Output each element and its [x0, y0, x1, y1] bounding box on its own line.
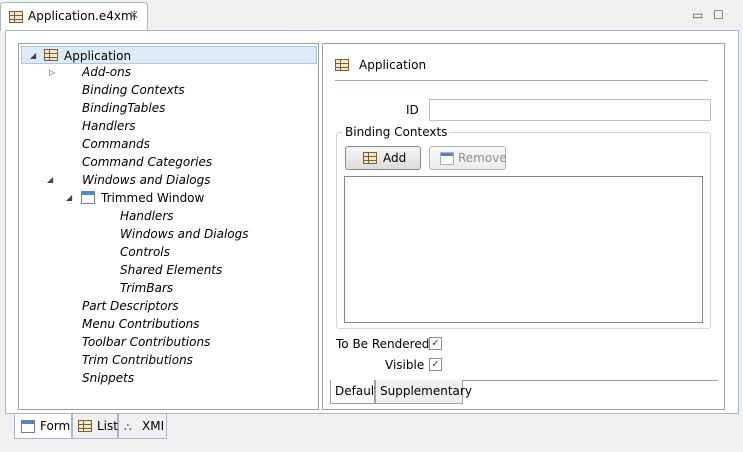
close-icon[interactable]: ✕ [129, 8, 139, 22]
tree-item-binding-contexts[interactable]: Binding Contexts [82, 81, 185, 99]
tab-form[interactable]: Form [14, 414, 72, 439]
application-icon [335, 59, 349, 71]
remove-icon [440, 152, 454, 165]
application-icon [44, 49, 58, 61]
visible-label: Visible [385, 358, 425, 372]
visible-checkbox[interactable]: ✓ [429, 358, 442, 371]
detail-title: Application [359, 58, 427, 72]
maximize-icon[interactable]: ☐ [713, 8, 724, 22]
binding-contexts-label: Binding Contexts [343, 125, 450, 139]
minimize-icon[interactable]: ▭ [692, 8, 703, 22]
form-icon [21, 420, 35, 433]
tree-item-label: Add-ons [82, 65, 131, 79]
tree-item-binding-tables[interactable]: BindingTables [82, 99, 165, 117]
tree-item-snippets[interactable]: Snippets [82, 369, 134, 387]
title-separator [335, 80, 708, 81]
add-button-label: Add [383, 151, 407, 165]
id-label: ID [406, 103, 419, 117]
model-tree[interactable]: ◢ Application ▷ Add-ons Binding Contexts… [18, 43, 319, 410]
tree-item-menu-contributions[interactable]: Menu Contributions [82, 315, 200, 333]
editor-tab-label: Application.e4xmi [28, 9, 137, 23]
add-button[interactable]: Add [345, 146, 421, 170]
expanded-twisty-icon[interactable]: ◢ [30, 47, 36, 65]
tab-supplementary[interactable]: Supplementary [375, 380, 472, 404]
remove-button-label: Remove [458, 151, 507, 165]
tab-xmi-label: XMI [142, 419, 165, 433]
tab-xmi[interactable]: ⛬ XMI [118, 414, 167, 439]
tree-item-handlers[interactable]: Handlers [82, 117, 136, 135]
tree-item-toolbar-contributions[interactable]: Toolbar Contributions [82, 333, 210, 351]
e4xmi-file-icon [9, 11, 23, 23]
tab-default[interactable]: Default [330, 380, 379, 404]
to-be-rendered-label: To Be Rendered [336, 337, 430, 351]
tree-item-shared-elements[interactable]: Shared Elements [120, 261, 222, 279]
tree-item-application[interactable]: ◢ Application [21, 46, 317, 64]
id-input[interactable] [429, 99, 711, 121]
list-icon [78, 420, 92, 432]
tree-item-label: Windows and Dialogs [82, 173, 211, 187]
tree-item-commands[interactable]: Commands [82, 135, 150, 153]
tree-item-trim-contributions[interactable]: Trim Contributions [82, 351, 193, 369]
tree-item-window-handlers[interactable]: Handlers [120, 207, 174, 225]
editor-tab-application-e4xmi[interactable]: Application.e4xmi ✕ [0, 2, 148, 31]
tab-list-label: List [97, 419, 118, 433]
tree-item-command-categories[interactable]: Command Categories [82, 153, 212, 171]
expanded-twisty-icon[interactable]: ◢ [47, 171, 53, 189]
xmi-tree-icon: ⛬ [124, 420, 132, 433]
window-icon [81, 191, 95, 204]
collapsed-twisty-icon[interactable]: ▷ [49, 64, 55, 82]
add-icon [363, 152, 377, 164]
tree-item-label: Trimmed Window [101, 191, 205, 205]
to-be-rendered-checkbox[interactable]: ✓ [429, 337, 442, 350]
tree-item-part-descriptors[interactable]: Part Descriptors [82, 297, 179, 315]
tab-list[interactable]: List [72, 414, 118, 439]
expanded-twisty-icon[interactable]: ◢ [66, 189, 72, 207]
binding-contexts-list[interactable] [344, 176, 703, 323]
tree-item-trimbars[interactable]: TrimBars [120, 279, 173, 297]
tree-item-controls[interactable]: Controls [120, 243, 170, 261]
tree-item-window-windows-and-dialogs[interactable]: Windows and Dialogs [120, 225, 249, 243]
tab-form-label: Form [40, 419, 71, 433]
remove-button[interactable]: Remove [429, 146, 507, 170]
